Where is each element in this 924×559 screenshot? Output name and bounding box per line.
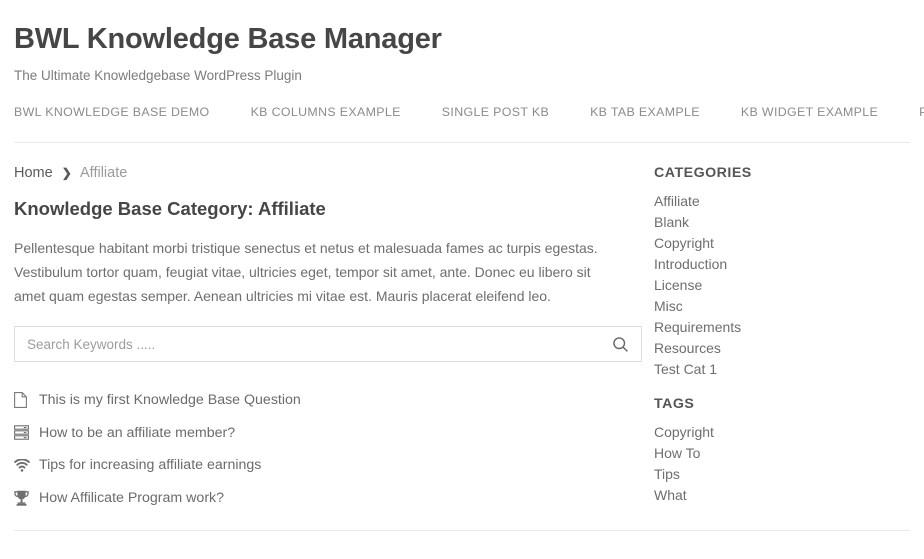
main-navigation: BWL KNOWLEDGE BASE DEMO KB COLUMNS EXAMP… xyxy=(14,105,924,143)
list-item[interactable]: What xyxy=(654,485,910,506)
page-root: BWL Knowledge Base Manager The Ultimate … xyxy=(0,0,924,559)
site-tagline: The Ultimate Knowledgebase WordPress Plu… xyxy=(14,67,302,83)
list-item[interactable]: Resources xyxy=(654,338,910,359)
content-wrapper: Home ❯ Affiliate Knowledge Base Category… xyxy=(0,165,924,514)
sidebar: CATEGORIES Affiliate Blank Copyright Int… xyxy=(642,165,910,514)
nav-item-kb-widget-example[interactable]: KB WIDGET EXAMPLE xyxy=(741,105,878,119)
search-submit-button[interactable] xyxy=(603,327,637,361)
sidebar-item-requirements[interactable]: Requirements xyxy=(654,319,741,335)
nav-item-bwl-knowledge-base-demo[interactable]: BWL KNOWLEDGE BASE DEMO xyxy=(14,105,210,119)
page-title: Knowledge Base Category: Affiliate xyxy=(14,197,326,219)
sidebar-item-copyright[interactable]: Copyright xyxy=(654,235,714,251)
sidebar-tag-how-to[interactable]: How To xyxy=(654,445,700,461)
file-document-icon xyxy=(14,392,34,409)
breadcrumb-current: Affiliate xyxy=(80,164,128,181)
category-description: Pellentesque habitant morbi tristique se… xyxy=(14,239,598,305)
article-link[interactable]: How to be an affiliate member? xyxy=(39,425,235,441)
search-container xyxy=(14,326,642,363)
article-link[interactable]: Tips for increasing affiliate earnings xyxy=(39,457,261,473)
list-item[interactable]: This is my first Knowledge Base Question xyxy=(14,384,642,417)
sidebar-tag-what[interactable]: What xyxy=(654,487,687,503)
widget-categories: CATEGORIES Affiliate Blank Copyright Int… xyxy=(654,165,910,380)
list-item[interactable]: Tips xyxy=(654,464,910,485)
widget-title-categories: CATEGORIES xyxy=(654,164,752,181)
list-item[interactable]: Test Cat 1 xyxy=(654,359,910,380)
sidebar-tag-copyright[interactable]: Copyright xyxy=(654,424,714,440)
list-item[interactable]: Copyright xyxy=(654,422,910,443)
list-item[interactable]: How to be an affiliate member? xyxy=(14,417,642,450)
category-list: Affiliate Blank Copyright Introduction L… xyxy=(654,191,910,380)
article-list: This is my first Knowledge Base Question xyxy=(14,384,642,514)
sidebar-item-license[interactable]: License xyxy=(654,277,702,293)
sidebar-tag-tips[interactable]: Tips xyxy=(654,466,680,482)
widget-title-tags: TAGS xyxy=(654,395,695,412)
list-item[interactable]: Misc xyxy=(654,296,910,317)
breadcrumb-separator-icon: ❯ xyxy=(61,165,72,180)
list-item[interactable]: Tips for increasing affiliate earnings xyxy=(14,449,642,482)
nav-item-kb-tab-example[interactable]: KB TAB EXAMPLE xyxy=(590,105,700,119)
sidebar-item-blank[interactable]: Blank xyxy=(654,214,689,230)
trophy-icon xyxy=(14,490,34,506)
site-header: BWL Knowledge Base Manager The Ultimate … xyxy=(0,0,924,83)
search-input[interactable] xyxy=(15,327,605,362)
sidebar-item-resources[interactable]: Resources xyxy=(654,340,721,356)
tag-list: Copyright How To Tips What xyxy=(654,422,910,506)
list-item[interactable]: Blank xyxy=(654,212,910,233)
main-column: Home ❯ Affiliate Knowledge Base Category… xyxy=(14,165,642,514)
widget-tags: TAGS Copyright How To Tips What xyxy=(654,396,910,506)
list-item[interactable]: License xyxy=(654,275,910,296)
nav-item-kb-columns-example[interactable]: KB COLUMNS EXAMPLE xyxy=(251,105,401,119)
list-item[interactable]: How To xyxy=(654,443,910,464)
list-item[interactable]: Introduction xyxy=(654,254,910,275)
list-item[interactable]: How Affilicate Program work? xyxy=(14,482,642,515)
sidebar-item-introduction[interactable]: Introduction xyxy=(654,256,727,272)
nav-item-purchase[interactable]: PURCHASE xyxy=(919,105,924,119)
sidebar-item-test-cat-1[interactable]: Test Cat 1 xyxy=(654,361,717,377)
list-item[interactable]: Requirements xyxy=(654,317,910,338)
wifi-signal-icon xyxy=(14,458,34,472)
nav-item-single-post-kb[interactable]: SINGLE POST KB xyxy=(442,105,549,119)
site-title: BWL Knowledge Base Manager xyxy=(14,23,442,55)
sidebar-item-affiliate[interactable]: Affiliate xyxy=(654,193,700,209)
search-icon xyxy=(612,336,629,353)
breadcrumb-home-link[interactable]: Home xyxy=(14,165,53,181)
server-stack-icon xyxy=(14,425,34,441)
article-link[interactable]: This is my first Knowledge Base Question xyxy=(39,392,301,408)
list-item[interactable]: Affiliate xyxy=(654,191,910,212)
breadcrumb: Home ❯ Affiliate xyxy=(14,165,642,181)
list-item[interactable]: Copyright xyxy=(654,233,910,254)
sidebar-item-misc[interactable]: Misc xyxy=(654,298,683,314)
article-link[interactable]: How Affilicate Program work? xyxy=(39,490,224,506)
footer-divider xyxy=(14,530,910,531)
